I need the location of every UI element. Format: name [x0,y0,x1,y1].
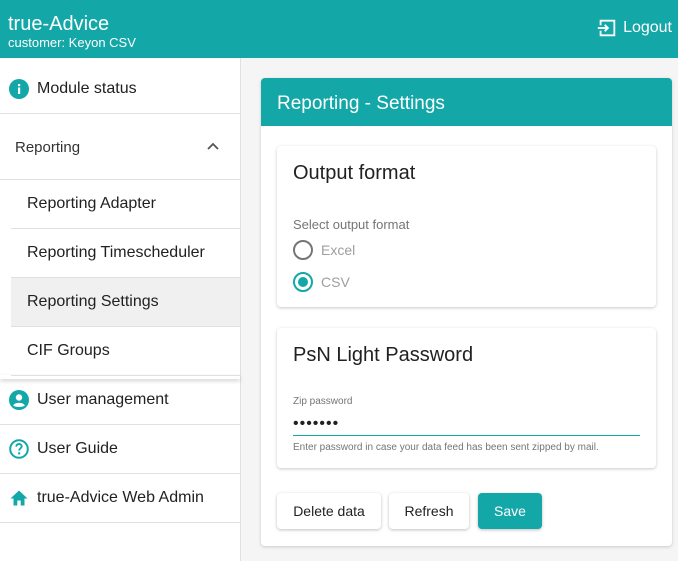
zip-password-label: Zip password [293,396,353,407]
output-format-title: Output format [293,162,416,184]
chevron-up-icon [204,138,222,156]
sidebar-item-label: Reporting Timescheduler [27,244,205,261]
sidebar-item-user-guide[interactable]: User Guide [0,425,240,474]
sidebar-item-web-admin[interactable]: true-Advice Web Admin [0,474,240,523]
sidebar-item-label: User Guide [37,440,118,457]
home-icon [9,488,29,508]
radio-label-excel: Excel [321,242,356,258]
psn-password-card: PsN Light Password Zip password Enter pa… [277,328,656,468]
save-button[interactable]: Save [478,493,542,529]
account-circle-icon [9,390,29,410]
radio-excel[interactable]: Excel [293,240,355,260]
page-title: Reporting - Settings [261,78,672,126]
help-icon [9,439,29,459]
sidebar-group-label: Reporting [15,138,81,156]
logout-label: Logout [623,19,672,36]
sidebar: Module status Reporting Reporting Adapte… [0,58,241,561]
sidebar-item-label: true-Advice Web Admin [37,489,204,506]
sidebar-group-reporting[interactable]: Reporting [0,115,240,180]
sidebar-item-label: Reporting Settings [27,293,159,310]
sidebar-item-label: Module status [37,80,137,97]
sidebar-item-label: CIF Groups [27,342,110,359]
logout-button[interactable]: Logout [596,15,672,41]
radio-label-csv: CSV [321,274,350,290]
info-icon [9,79,29,99]
select-format-label: Select output format [293,217,410,232]
top-app-bar: true-Advice customer: Keyon CSV Logout [0,0,678,58]
sidebar-item-module-status[interactable]: Module status [0,65,240,114]
sidebar-item-reporting-timescheduler[interactable]: Reporting Timescheduler [11,229,240,278]
delete-data-button[interactable]: Delete data [277,493,381,529]
refresh-button[interactable]: Refresh [389,493,469,529]
customer-label: customer: Keyon CSV [8,35,136,50]
sidebar-item-reporting-adapter[interactable]: Reporting Adapter [11,180,240,229]
radio-button-unchecked[interactable] [293,240,313,260]
zip-password-field[interactable] [293,412,640,436]
psn-password-title: PsN Light Password [293,344,474,366]
sidebar-item-label: User management [37,391,169,408]
sidebar-item-reporting-settings[interactable]: Reporting Settings [11,278,240,327]
zip-password-hint: Enter password in case your data feed ha… [293,442,599,453]
settings-card: Reporting - Settings Output format Selec… [261,78,672,546]
output-format-card: Output format Select output format Excel… [277,146,656,307]
radio-csv[interactable]: CSV [293,272,350,292]
app-title: true-Advice [8,13,110,35]
radio-button-checked[interactable] [293,272,313,292]
logout-icon [596,17,623,39]
sidebar-item-cif-groups[interactable]: CIF Groups [11,327,240,376]
sidebar-item-label: Reporting Adapter [27,195,156,212]
sidebar-item-user-management[interactable]: User management [0,376,240,425]
